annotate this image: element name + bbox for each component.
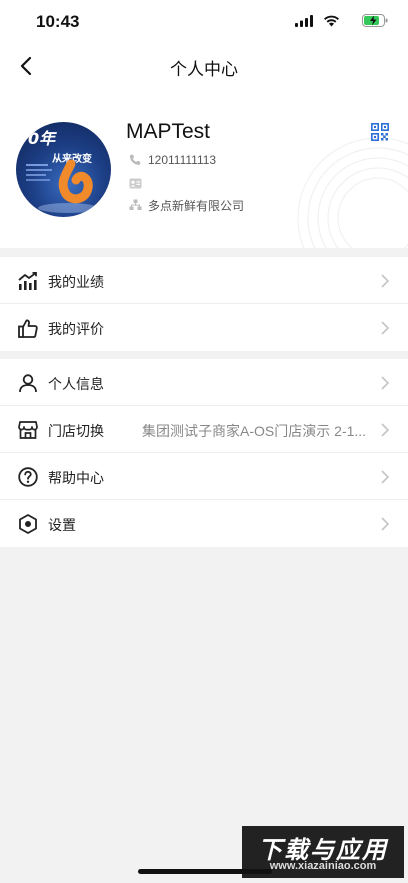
- menu-label: 设置: [48, 517, 76, 533]
- thumbs-up-icon: [17, 317, 39, 339]
- chevron-right-icon: [381, 376, 390, 390]
- menu-item-settings[interactable]: 设置: [0, 500, 408, 547]
- menu-group-performance: 我的业绩 我的评价: [0, 257, 408, 351]
- qr-code-button[interactable]: [371, 123, 390, 142]
- menu-label: 个人信息: [48, 376, 104, 392]
- store-icon: [17, 419, 39, 441]
- menu-item-help-center[interactable]: 帮助中心: [0, 453, 408, 500]
- status-time: 10:43: [36, 12, 80, 31]
- menu-item-switch-store[interactable]: 门店切换 集团测试子商家A-OS门店演示 2-1...: [0, 406, 408, 453]
- page-title: 个人中心: [170, 60, 238, 79]
- settings-icon: [17, 513, 39, 535]
- help-icon: [17, 466, 39, 488]
- id-card-row: [128, 174, 148, 192]
- menu-item-personal-info[interactable]: 个人信息: [0, 359, 408, 406]
- signal-icon: [295, 15, 313, 27]
- chevron-right-icon: [381, 274, 390, 288]
- qr-code-icon: [371, 123, 390, 142]
- phone-icon: [128, 153, 142, 167]
- company-row: 多点新鲜有限公司: [128, 196, 244, 214]
- chevron-right-icon: [381, 423, 390, 437]
- avatar[interactable]: 0年 从来改变: [16, 122, 111, 217]
- menu-label: 门店切换: [48, 423, 104, 439]
- company-name: 多点新鲜有限公司: [148, 198, 245, 213]
- menu-label: 我的评价: [48, 321, 104, 337]
- profile-card: 0年 从来改变 MAPTest 12011111113 多点新鲜有限公司: [0, 88, 408, 248]
- person-icon: [17, 372, 39, 394]
- battery-icon: [362, 14, 388, 27]
- user-name: MAPTest: [126, 120, 211, 143]
- current-store-value: 集团测试子商家A-OS门店演示 2-1...: [142, 423, 367, 439]
- organization-icon: [128, 198, 142, 212]
- svg-text:0年: 0年: [28, 129, 57, 148]
- chart-icon: [17, 270, 39, 292]
- nav-bar: 个人中心: [0, 44, 408, 88]
- id-card-icon: [128, 176, 142, 190]
- status-bar: 10:43: [0, 0, 408, 44]
- menu-item-reviews[interactable]: 我的评价: [0, 304, 408, 351]
- phone-number: 12011111113: [148, 153, 217, 167]
- menu-label: 帮助中心: [48, 470, 104, 486]
- chevron-right-icon: [381, 470, 390, 484]
- chevron-right-icon: [381, 517, 390, 531]
- home-indicator[interactable]: [138, 869, 272, 874]
- avatar-image: 0年 从来改变: [26, 129, 98, 213]
- menu-label: 我的业绩: [48, 274, 104, 290]
- phone-row: 12011111113: [128, 151, 216, 169]
- chevron-right-icon: [381, 321, 390, 335]
- decorative-circles: [297, 137, 408, 248]
- menu-item-performance[interactable]: 我的业绩: [0, 257, 408, 304]
- menu-group-account: 个人信息 门店切换 集团测试子商家A-OS门店演示 2-1... 帮助中心 设置: [0, 359, 408, 547]
- wifi-icon: [324, 15, 339, 27]
